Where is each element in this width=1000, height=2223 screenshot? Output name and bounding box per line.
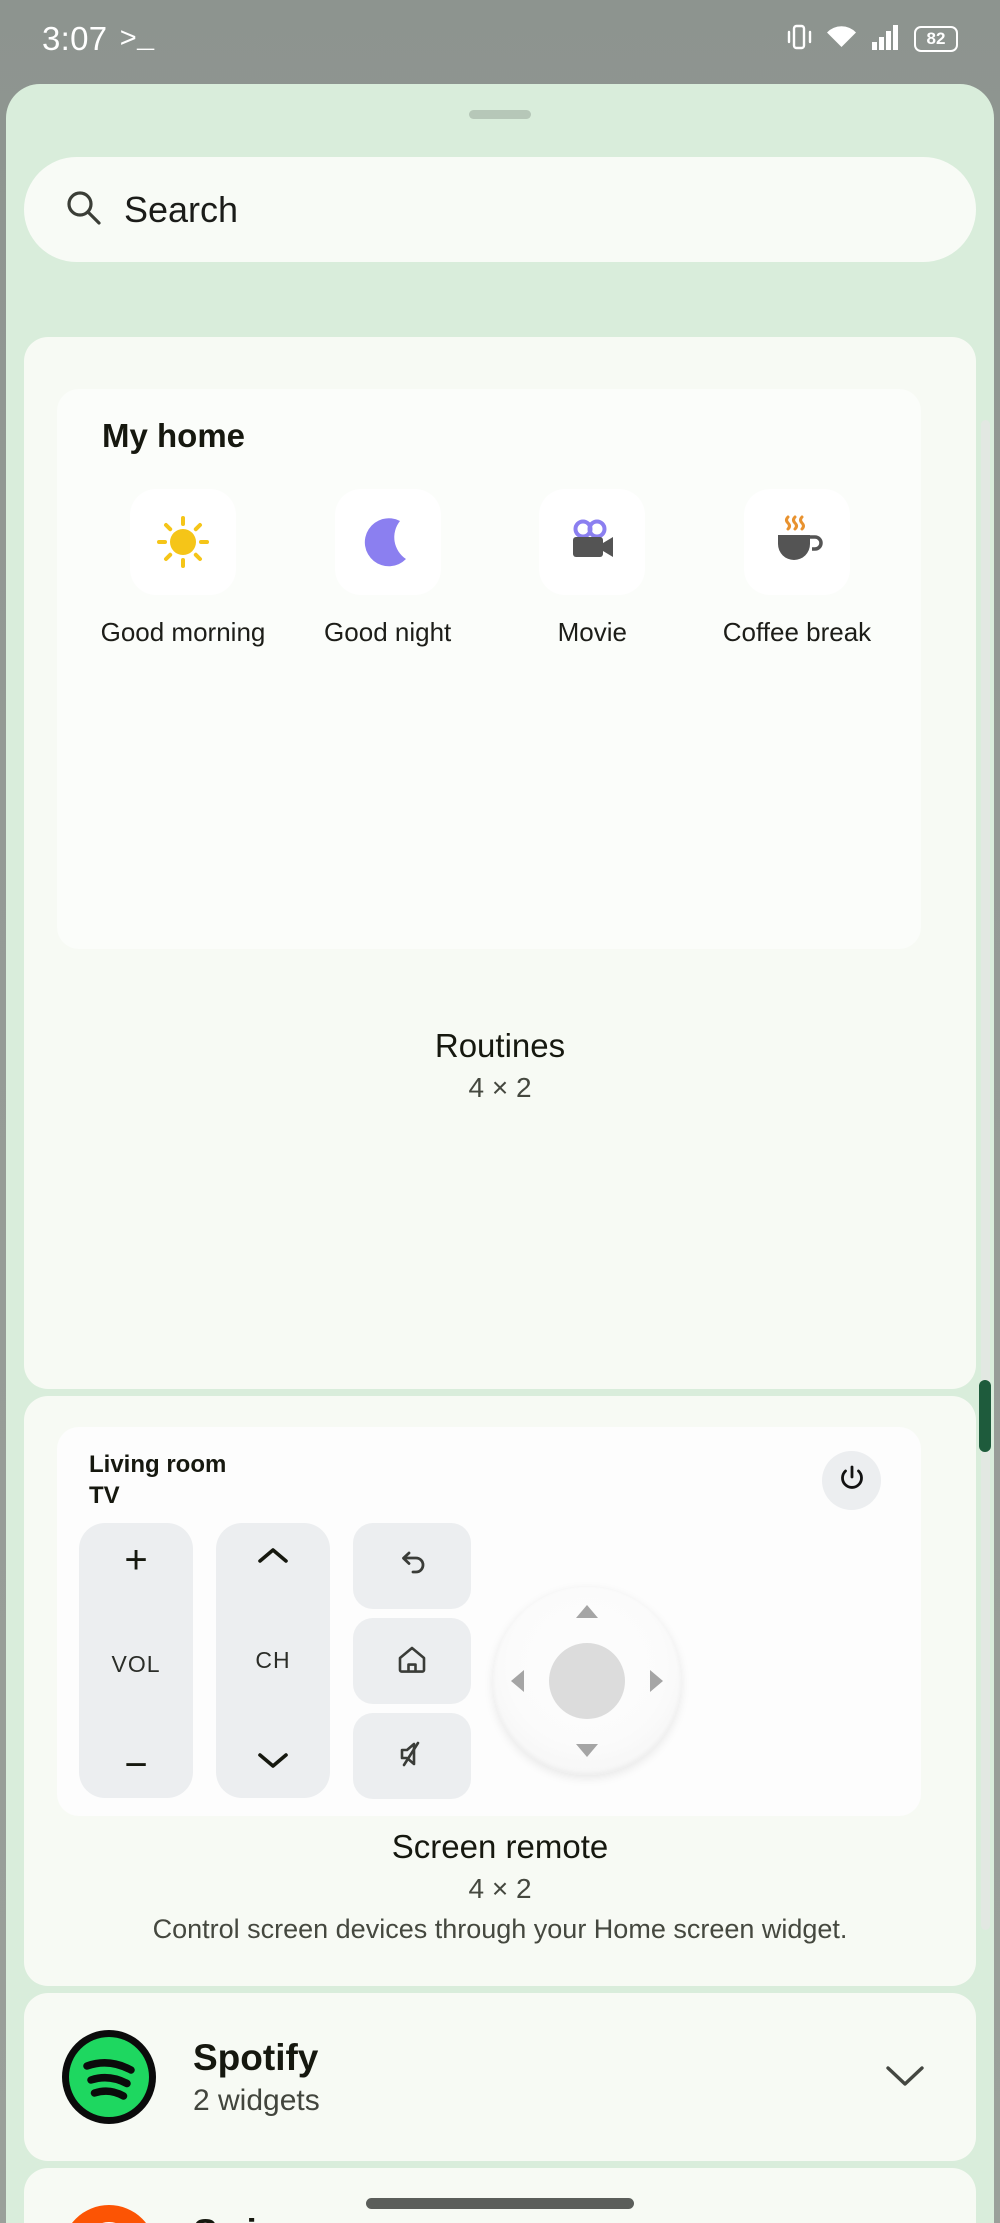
- app-row-swiggy[interactable]: Swiggy 1 widget: [24, 2168, 976, 2223]
- channel-label: CH: [255, 1647, 291, 1673]
- status-bar: 3:07 >_ 82: [0, 0, 1000, 78]
- scrollbar-track[interactable]: [981, 420, 990, 1930]
- app-row-spotify[interactable]: Spotify 2 widgets: [24, 1993, 976, 2161]
- remote-controls: + VOL − CH: [79, 1523, 899, 1799]
- app-name: Spotify: [193, 2036, 319, 2078]
- search-input[interactable]: Search: [24, 157, 976, 262]
- spotify-text: Spotify 2 widgets: [193, 2037, 882, 2118]
- widget-picker-sheet: Search My home Good morning Good night M…: [6, 84, 994, 2223]
- routine-item-good-night[interactable]: Good night: [292, 489, 484, 648]
- screen-remote-widget-mock: Living room TV + VOL − CH: [57, 1427, 921, 1816]
- volume-down-button[interactable]: −: [124, 1745, 147, 1785]
- mute-button[interactable]: [353, 1713, 471, 1799]
- mute-icon: [396, 1739, 428, 1774]
- volume-label: VOL: [111, 1651, 161, 1677]
- remote-room-name: Living room: [89, 1451, 227, 1478]
- widget-description: Control screen devices through your Home…: [152, 1914, 848, 1944]
- widget-name: Screen remote: [391, 1828, 609, 1865]
- power-button[interactable]: [822, 1451, 881, 1510]
- app-widget-count: 2 widgets: [193, 2083, 320, 2117]
- home-button[interactable]: [353, 1618, 471, 1704]
- spotify-icon: [60, 2028, 158, 2126]
- dpad-select-button[interactable]: [549, 1642, 625, 1719]
- widget-name: Routines: [434, 1027, 566, 1064]
- terminal-icon: >_: [119, 22, 155, 56]
- app-name: Swiggy: [193, 2212, 882, 2223]
- phone-screen: 3:07 >_ 82 Search My home Good morning G…: [0, 0, 1000, 2223]
- back-button[interactable]: [353, 1523, 471, 1609]
- sun-icon: [130, 489, 236, 595]
- routine-item-good-morning[interactable]: Good morning: [87, 489, 279, 648]
- widget-preview-routines[interactable]: My home Good morning Good night Movie Co…: [24, 337, 976, 1389]
- routine-label: Coffee break: [722, 617, 872, 647]
- widget-size: 4 × 2: [468, 1072, 532, 1103]
- routine-item-coffee-break[interactable]: Coffee break: [701, 489, 893, 648]
- search-placeholder: Search: [124, 188, 239, 230]
- widget-preview-screen-remote[interactable]: Living room TV + VOL − CH Screen remote …: [24, 1396, 976, 1986]
- coffee-cup-icon: [743, 489, 850, 595]
- routines-caption: Routines 4 × 2: [24, 1027, 976, 1104]
- signal-bars-icon: [871, 23, 901, 56]
- vibrate-icon: [786, 22, 812, 57]
- wifi-icon: [825, 23, 858, 56]
- chevron-up-icon[interactable]: [256, 1545, 290, 1572]
- dpad-down-arrow[interactable]: [576, 1743, 598, 1757]
- dpad-right-arrow[interactable]: [650, 1669, 663, 1692]
- widget-size: 4 × 2: [468, 1873, 532, 1904]
- back-arrow-icon: [395, 1549, 429, 1584]
- routine-item-movie[interactable]: Movie: [496, 489, 688, 648]
- status-bar-right: 82: [786, 22, 958, 57]
- power-icon: [838, 1464, 866, 1497]
- routine-label: Good morning: [100, 617, 266, 647]
- dpad-up-arrow[interactable]: [576, 1604, 598, 1618]
- channel-strip[interactable]: CH: [216, 1523, 330, 1798]
- scrollbar-thumb[interactable]: [979, 1380, 991, 1452]
- sheet-drag-handle[interactable]: [469, 110, 531, 119]
- battery-indicator: 82: [914, 26, 958, 52]
- remote-device-type: TV: [89, 1482, 120, 1509]
- chevron-down-icon[interactable]: [882, 2060, 928, 2095]
- home-icon: [396, 1644, 428, 1679]
- remote-device-label: Living room TV: [89, 1449, 226, 1511]
- gesture-nav-bar[interactable]: [366, 2198, 634, 2209]
- search-icon: [64, 188, 102, 231]
- status-bar-left: 3:07 >_: [42, 20, 154, 58]
- clock: 3:07: [42, 20, 108, 57]
- routines-shortcut-row: Good morning Good night Movie Coffee bre…: [87, 489, 893, 648]
- volume-strip[interactable]: + VOL −: [79, 1523, 193, 1798]
- routines-widget-title: My home: [102, 417, 246, 454]
- routine-label: Good night: [324, 617, 452, 647]
- remote-nav-buttons: [353, 1523, 471, 1799]
- routine-label: Movie: [557, 617, 627, 647]
- chevron-down-icon[interactable]: [256, 1749, 290, 1776]
- dpad-left-arrow[interactable]: [511, 1669, 524, 1692]
- widget-list[interactable]: My home Good morning Good night Movie Co…: [24, 337, 976, 2223]
- screen-remote-caption: Screen remote 4 × 2 Control screen devic…: [24, 1828, 976, 1945]
- movie-camera-icon: [539, 489, 646, 595]
- swiggy-text: Swiggy 1 widget: [193, 2212, 882, 2223]
- crescent-moon-icon: [334, 489, 441, 595]
- routines-widget-mock: My home Good morning Good night Movie Co…: [57, 389, 921, 949]
- volume-up-button[interactable]: +: [124, 1540, 147, 1580]
- dpad-icon[interactable]: [493, 1586, 681, 1775]
- swiggy-icon: [60, 2203, 158, 2223]
